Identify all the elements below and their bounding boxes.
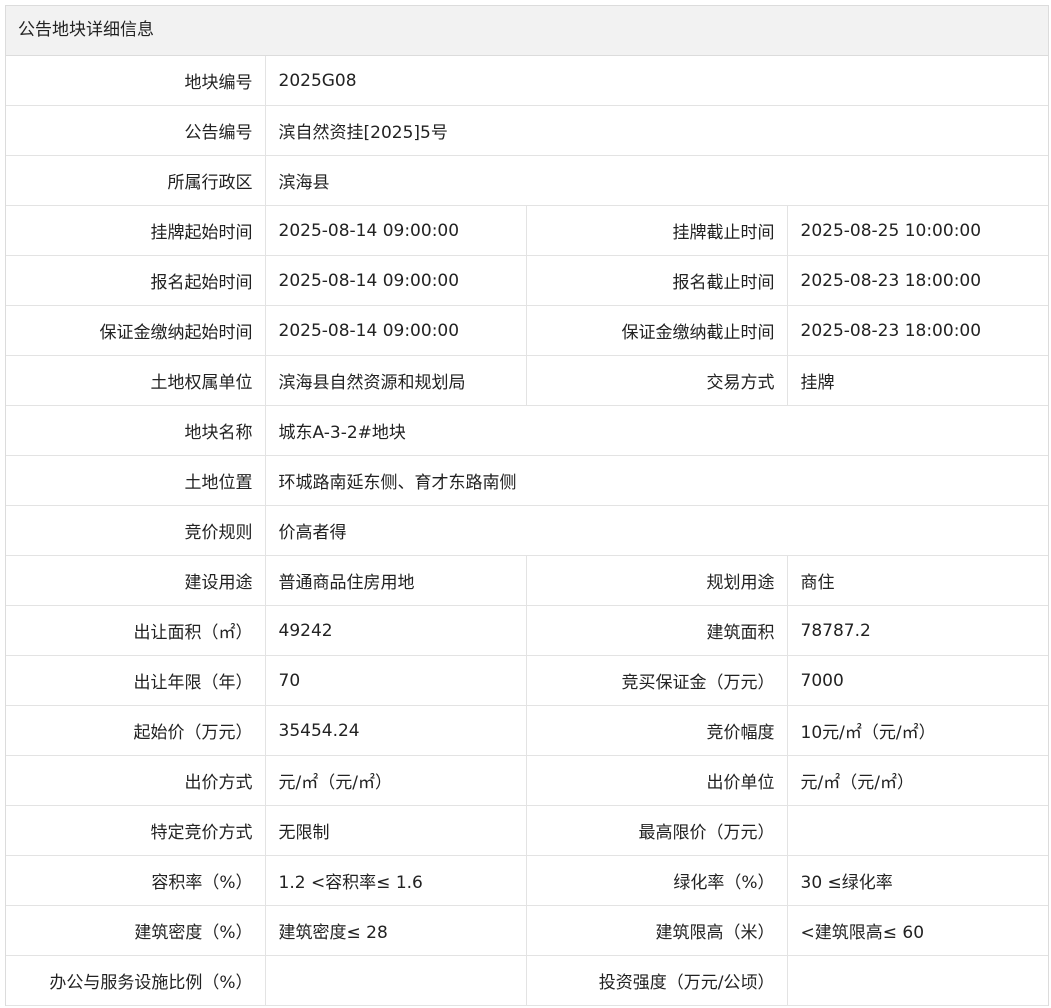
field-value: 环城路南延东侧、育才东路南侧 — [265, 455, 1049, 506]
field-label: 特定竞价方式 — [6, 805, 266, 856]
table-row: 建设用途 普通商品住房用地 规划用途 商住 — [6, 555, 1049, 606]
field-label: 竞价幅度 — [526, 705, 788, 756]
field-value: 挂牌 — [787, 355, 1049, 406]
land-detail-table: 地块编号 2025G08 公告编号 滨自然资挂[2025]5号 所属行政区 滨海… — [6, 56, 1049, 1006]
table-row: 起始价（万元） 35454.24 竞价幅度 10元/㎡（元/㎡） — [6, 705, 1049, 756]
field-label: 规划用途 — [526, 555, 788, 606]
field-label: 最高限价（万元） — [526, 805, 788, 856]
field-value: 价高者得 — [265, 505, 1049, 556]
field-label: 保证金缴纳截止时间 — [526, 305, 788, 356]
field-label: 出价方式 — [6, 755, 266, 806]
table-row: 建筑密度（%） 建筑密度≤ 28 建筑限高（米） <建筑限高≤ 60 — [6, 905, 1049, 956]
field-value: 1.2 <容积率≤ 1.6 — [265, 855, 527, 906]
table-row: 出价方式 元/㎡（元/㎡） 出价单位 元/㎡（元/㎡） — [6, 755, 1049, 806]
table-row: 竞价规则 价高者得 — [6, 505, 1049, 556]
table-row: 出让年限（年） 70 竞买保证金（万元） 7000 — [6, 655, 1049, 706]
field-value: 78787.2 — [787, 605, 1049, 656]
field-value: 2025-08-14 09:00:00 — [265, 255, 527, 306]
table-row: 挂牌起始时间 2025-08-14 09:00:00 挂牌截止时间 2025-0… — [6, 205, 1049, 256]
field-value: 滨海县 — [265, 155, 1049, 206]
table-row: 保证金缴纳起始时间 2025-08-14 09:00:00 保证金缴纳截止时间 … — [6, 305, 1049, 356]
table-row: 公告编号 滨自然资挂[2025]5号 — [6, 105, 1049, 156]
field-label: 投资强度（万元/公顷） — [526, 955, 788, 1006]
field-label: 土地权属单位 — [6, 355, 266, 406]
field-value: 城东A-3-2#地块 — [265, 405, 1049, 456]
field-label: 出让面积（㎡） — [6, 605, 266, 656]
table-row: 出让面积（㎡） 49242 建筑面积 78787.2 — [6, 605, 1049, 656]
table-row: 特定竞价方式 无限制 最高限价（万元） — [6, 805, 1049, 856]
field-value: 49242 — [265, 605, 527, 656]
field-value — [787, 805, 1049, 856]
field-value: <建筑限高≤ 60 — [787, 905, 1049, 956]
field-label: 容积率（%） — [6, 855, 266, 906]
field-value: 30 ≤绿化率 — [787, 855, 1049, 906]
field-label: 起始价（万元） — [6, 705, 266, 756]
table-row: 土地位置 环城路南延东侧、育才东路南侧 — [6, 455, 1049, 506]
field-value: 2025-08-23 18:00:00 — [787, 305, 1049, 356]
field-label: 建筑密度（%） — [6, 905, 266, 956]
field-label: 建筑限高（米） — [526, 905, 788, 956]
field-value: 10元/㎡（元/㎡） — [787, 705, 1049, 756]
field-value: 滨海县自然资源和规划局 — [265, 355, 527, 406]
field-value: 2025-08-25 10:00:00 — [787, 205, 1049, 256]
field-label: 建设用途 — [6, 555, 266, 606]
field-value: 2025-08-14 09:00:00 — [265, 205, 527, 256]
field-value — [787, 955, 1049, 1006]
field-value: 35454.24 — [265, 705, 527, 756]
panel-title: 公告地块详细信息 — [6, 6, 1048, 56]
table-row: 地块名称 城东A-3-2#地块 — [6, 405, 1049, 456]
table-row: 容积率（%） 1.2 <容积率≤ 1.6 绿化率（%） 30 ≤绿化率 — [6, 855, 1049, 906]
field-value: 2025-08-14 09:00:00 — [265, 305, 527, 356]
field-value: 商住 — [787, 555, 1049, 606]
field-label: 报名截止时间 — [526, 255, 788, 306]
field-label: 出价单位 — [526, 755, 788, 806]
field-label: 地块编号 — [6, 56, 266, 106]
table-row: 地块编号 2025G08 — [6, 56, 1049, 106]
table-row: 报名起始时间 2025-08-14 09:00:00 报名截止时间 2025-0… — [6, 255, 1049, 306]
field-label: 挂牌起始时间 — [6, 205, 266, 256]
field-value: 普通商品住房用地 — [265, 555, 527, 606]
field-value: 元/㎡（元/㎡） — [265, 755, 527, 806]
field-label: 竞买保证金（万元） — [526, 655, 788, 706]
field-label: 保证金缴纳起始时间 — [6, 305, 266, 356]
table-row: 土地权属单位 滨海县自然资源和规划局 交易方式 挂牌 — [6, 355, 1049, 406]
field-value: 建筑密度≤ 28 — [265, 905, 527, 956]
field-label: 建筑面积 — [526, 605, 788, 656]
field-value: 2025G08 — [265, 56, 1049, 106]
field-value: 2025-08-23 18:00:00 — [787, 255, 1049, 306]
field-label: 地块名称 — [6, 405, 266, 456]
land-detail-panel: 公告地块详细信息 地块编号 2025G08 公告编号 滨自然资挂[2025]5号… — [5, 5, 1049, 1006]
field-label: 土地位置 — [6, 455, 266, 506]
field-label: 办公与服务设施比例（%） — [6, 955, 266, 1006]
field-label: 绿化率（%） — [526, 855, 788, 906]
table-row: 所属行政区 滨海县 — [6, 155, 1049, 206]
field-value: 7000 — [787, 655, 1049, 706]
field-value: 无限制 — [265, 805, 527, 856]
field-label: 挂牌截止时间 — [526, 205, 788, 256]
field-value: 滨自然资挂[2025]5号 — [265, 105, 1049, 156]
field-label: 所属行政区 — [6, 155, 266, 206]
field-value — [265, 955, 527, 1006]
field-value: 元/㎡（元/㎡） — [787, 755, 1049, 806]
field-value: 70 — [265, 655, 527, 706]
table-row: 办公与服务设施比例（%） 投资强度（万元/公顷） — [6, 955, 1049, 1006]
field-label: 报名起始时间 — [6, 255, 266, 306]
field-label: 出让年限（年） — [6, 655, 266, 706]
field-label: 交易方式 — [526, 355, 788, 406]
field-label: 竞价规则 — [6, 505, 266, 556]
field-label: 公告编号 — [6, 105, 266, 156]
